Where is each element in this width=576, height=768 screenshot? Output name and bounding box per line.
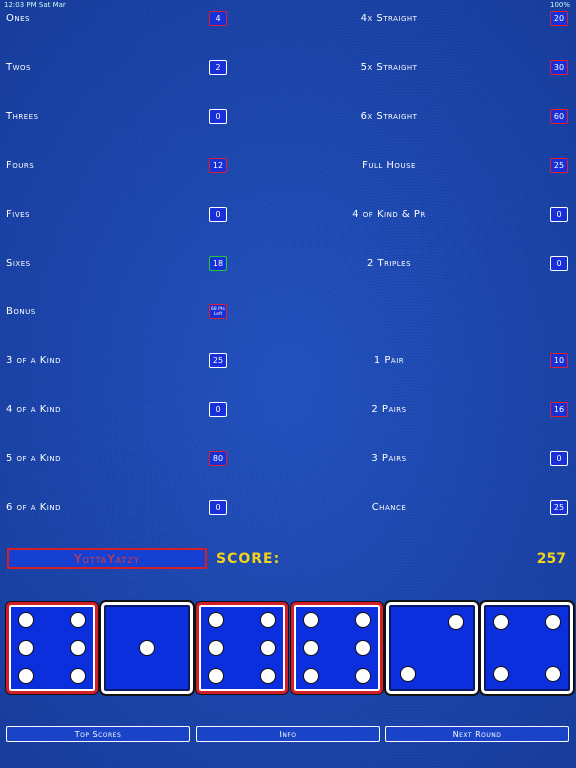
score-box-1-pair[interactable]: 10	[550, 353, 568, 369]
score-box-twos[interactable]: 2	[209, 59, 227, 75]
score-box-4x-straight[interactable]: 20	[550, 11, 568, 26]
die-3[interactable]	[196, 602, 288, 694]
die-pip	[208, 640, 225, 656]
status-bar: 12:03 PM Sat Mar 100%	[0, 0, 576, 12]
status-time: 12:03 PM Sat Mar	[4, 1, 66, 9]
die-pip	[69, 640, 86, 656]
label-threes: Threes	[6, 110, 39, 122]
die-pip	[399, 665, 416, 682]
die-pip	[18, 640, 35, 656]
score-label: SCORE:	[216, 551, 281, 567]
die-pip	[18, 667, 35, 684]
die-2[interactable]	[101, 602, 193, 694]
die-pip	[259, 667, 276, 684]
die-pip	[303, 667, 320, 684]
next-round-button[interactable]: Next Round	[385, 726, 569, 742]
die-pip	[354, 667, 371, 684]
label-sixes: Sixes	[6, 257, 31, 269]
die-pip	[303, 612, 320, 629]
die-pip	[544, 665, 561, 682]
label-4x-straight: 4x Straight	[360, 13, 418, 24]
label-6-of-a-kind: 6 of a Kind	[6, 502, 61, 513]
die-pip	[544, 614, 561, 631]
score-box-2-pairs[interactable]: 16	[550, 402, 568, 418]
score-box-6x-straight[interactable]: 60	[550, 108, 568, 124]
die-pip	[259, 640, 276, 656]
score-box-full-house[interactable]: 25	[550, 157, 568, 173]
label-fives: Fives	[6, 208, 30, 220]
label-2-triples: 2 Triples	[366, 257, 412, 269]
game-title: YottaYatzy	[7, 548, 207, 569]
die-pip	[354, 640, 371, 656]
score-box-4-of-a-kind[interactable]: 0	[209, 402, 227, 418]
label-full-house: Full House	[362, 159, 416, 171]
die-pip	[69, 612, 86, 629]
label-6x-straight: 6x Straight	[360, 110, 418, 122]
score-box-5-of-a-kind[interactable]: 80	[209, 451, 227, 467]
label-bonus: Bonus	[6, 306, 36, 318]
score-box-5x-straight[interactable]: 30	[550, 59, 568, 75]
label-4-of-a-kind: 4 of a Kind	[6, 404, 61, 416]
die-pip	[493, 665, 510, 682]
info-button[interactable]: Info	[196, 726, 380, 742]
die-pip	[208, 667, 225, 684]
score-box-bonus[interactable]: 68 Pts Left	[209, 304, 227, 320]
label-twos: Twos	[6, 61, 31, 73]
label-3-pairs: 3 Pairs	[371, 453, 407, 465]
score-box-threes[interactable]: 0	[209, 108, 227, 124]
die-pip	[303, 640, 320, 656]
label-4-of-kind-pr: 4 of Kind & Pr	[352, 208, 426, 220]
label-3-of-a-kind: 3 of a Kind	[6, 355, 61, 367]
score-box-3-of-a-kind[interactable]: 25	[209, 353, 227, 369]
label-5-of-a-kind: 5 of a Kind	[6, 453, 61, 465]
label-ones: Ones	[6, 13, 30, 24]
score-box-4-of-kind-pr[interactable]: 0	[550, 206, 568, 222]
top-scores-button[interactable]: Top Scores	[6, 726, 190, 742]
die-pip	[259, 612, 276, 629]
score-box-sixes[interactable]: 18	[209, 255, 227, 271]
label-1-pair: 1 Pair	[373, 355, 405, 367]
die-1[interactable]	[6, 602, 98, 694]
label-2-pairs: 2 Pairs	[371, 404, 407, 416]
label-5x-straight: 5x Straight	[360, 61, 418, 73]
score-value: 257	[536, 551, 566, 567]
score-box-3-pairs[interactable]: 0	[550, 451, 568, 467]
score-box-chance[interactable]: 25	[550, 500, 568, 515]
die-4[interactable]	[291, 602, 383, 694]
die-pip	[139, 640, 155, 656]
die-6[interactable]	[481, 602, 573, 694]
die-pip	[493, 614, 510, 631]
die-pip	[354, 612, 371, 629]
die-pip	[208, 612, 225, 629]
die-pip	[448, 614, 465, 631]
score-box-6-of-a-kind[interactable]: 0	[209, 500, 227, 515]
score-box-fives[interactable]: 0	[209, 206, 227, 222]
die-pip	[18, 612, 35, 629]
die-5[interactable]	[386, 602, 478, 694]
score-box-fours[interactable]: 12	[209, 157, 227, 173]
score-box-ones[interactable]: 4	[209, 11, 227, 26]
die-pip	[69, 667, 86, 684]
label-fours: Fours	[6, 159, 35, 171]
label-chance: Chance	[371, 502, 407, 513]
battery-indicator: 100%	[549, 1, 570, 9]
score-box-2-triples[interactable]: 0	[550, 255, 568, 271]
